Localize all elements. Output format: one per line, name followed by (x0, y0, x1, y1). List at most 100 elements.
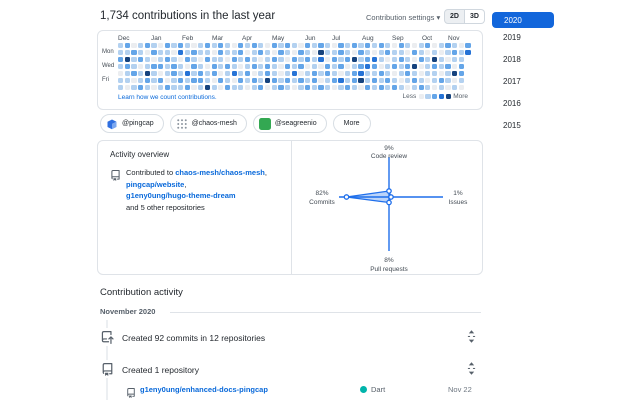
contribution-cell[interactable] (258, 64, 263, 69)
contribution-cell[interactable] (385, 78, 390, 83)
contribution-cell[interactable] (245, 64, 250, 69)
contribution-cell[interactable] (365, 50, 370, 55)
contribution-cell[interactable] (198, 50, 203, 55)
contribution-cell[interactable] (405, 64, 410, 69)
contribution-cell[interactable] (205, 71, 210, 76)
contribution-cell[interactable] (325, 50, 330, 55)
view-2d-button[interactable]: 2D (444, 9, 465, 24)
contribution-cell[interactable] (298, 57, 303, 62)
contribution-cell[interactable] (379, 85, 384, 90)
contribution-cell[interactable] (405, 50, 410, 55)
contribution-cell[interactable] (205, 78, 210, 83)
contribution-cell[interactable] (372, 43, 377, 48)
contribution-cell[interactable] (252, 57, 257, 62)
orgs-more-button[interactable]: More (333, 114, 371, 133)
contribution-cell[interactable] (252, 64, 257, 69)
contribution-cell[interactable] (218, 43, 223, 48)
contribution-cell[interactable] (225, 85, 230, 90)
contribution-cell[interactable] (358, 78, 363, 83)
contribution-cell[interactable] (165, 85, 170, 90)
contribution-cell[interactable] (198, 43, 203, 48)
contribution-cell[interactable] (379, 64, 384, 69)
view-3d-button[interactable]: 3D (465, 9, 485, 24)
contribution-cell[interactable] (352, 78, 357, 83)
contribution-cell[interactable] (358, 64, 363, 69)
fold-icon[interactable] (467, 330, 476, 346)
contribution-cell[interactable] (218, 57, 223, 62)
contribution-cell[interactable] (238, 50, 243, 55)
contribution-cell[interactable] (278, 50, 283, 55)
contribution-cell[interactable] (125, 50, 130, 55)
contribution-cell[interactable] (405, 78, 410, 83)
contribution-cell[interactable] (358, 43, 363, 48)
org-pill-seagreenio[interactable]: @seagreenio (253, 114, 327, 133)
contribution-cell[interactable] (419, 85, 424, 90)
contribution-cell[interactable] (252, 50, 257, 55)
contribution-cell[interactable] (345, 78, 350, 83)
contribution-cell[interactable] (292, 78, 297, 83)
contribution-cell[interactable] (419, 50, 424, 55)
contribution-cell[interactable] (285, 43, 290, 48)
contribution-cell[interactable] (412, 50, 417, 55)
contribution-cell[interactable] (412, 85, 417, 90)
contribution-cell[interactable] (212, 57, 217, 62)
contribution-cell[interactable] (165, 57, 170, 62)
contribution-cell[interactable] (325, 78, 330, 83)
contribution-cell[interactable] (325, 64, 330, 69)
contribution-cell[interactable] (338, 50, 343, 55)
contribution-cell[interactable] (345, 57, 350, 62)
contribution-cell[interactable] (452, 50, 457, 55)
contribution-cell[interactable] (439, 50, 444, 55)
contribution-cell[interactable] (185, 85, 190, 90)
contribution-cell[interactable] (165, 78, 170, 83)
contribution-cell[interactable] (272, 43, 277, 48)
contribution-cell[interactable] (338, 78, 343, 83)
contribution-cell[interactable] (338, 57, 343, 62)
contribution-cell[interactable] (392, 85, 397, 90)
contribution-cell[interactable] (171, 64, 176, 69)
contribution-cell[interactable] (358, 71, 363, 76)
contribution-cell[interactable] (379, 78, 384, 83)
contribution-cell[interactable] (191, 78, 196, 83)
contribution-cell[interactable] (352, 43, 357, 48)
contribution-cell[interactable] (131, 64, 136, 69)
contribution-cell[interactable] (312, 57, 317, 62)
contribution-cell[interactable] (338, 71, 343, 76)
contribution-cell[interactable] (445, 85, 450, 90)
contribution-cell[interactable] (118, 50, 123, 55)
contribution-cell[interactable] (452, 43, 457, 48)
contribution-cell[interactable] (459, 43, 464, 48)
contribution-cell[interactable] (392, 43, 397, 48)
contribution-cell[interactable] (385, 43, 390, 48)
contribution-cell[interactable] (325, 43, 330, 48)
contribution-cell[interactable] (198, 71, 203, 76)
contribution-cell[interactable] (399, 43, 404, 48)
contribution-cell[interactable] (232, 43, 237, 48)
contribution-cell[interactable] (285, 57, 290, 62)
contribution-cell[interactable] (412, 57, 417, 62)
contribution-cell[interactable] (158, 78, 163, 83)
contribution-cell[interactable] (178, 50, 183, 55)
contribution-cell[interactable] (225, 71, 230, 76)
contribution-cell[interactable] (312, 71, 317, 76)
contribution-cell[interactable] (138, 64, 143, 69)
contribution-cell[interactable] (292, 71, 297, 76)
contribution-cell[interactable] (232, 50, 237, 55)
contribution-cell[interactable] (185, 71, 190, 76)
contribution-cell[interactable] (278, 57, 283, 62)
contribution-cell[interactable] (258, 50, 263, 55)
contribution-cell[interactable] (198, 78, 203, 83)
contribution-cell[interactable] (238, 43, 243, 48)
contribution-cell[interactable] (338, 85, 343, 90)
contribution-cell[interactable] (345, 85, 350, 90)
contribution-cell[interactable] (372, 50, 377, 55)
contribution-cell[interactable] (191, 71, 196, 76)
contribution-cell[interactable] (445, 57, 450, 62)
contribution-cell[interactable] (245, 71, 250, 76)
contribution-cell[interactable] (425, 50, 430, 55)
contribution-cell[interactable] (365, 71, 370, 76)
contribution-cell[interactable] (432, 85, 437, 90)
contribution-cell[interactable] (265, 50, 270, 55)
contribution-cell[interactable] (285, 71, 290, 76)
contribution-cell[interactable] (245, 78, 250, 83)
